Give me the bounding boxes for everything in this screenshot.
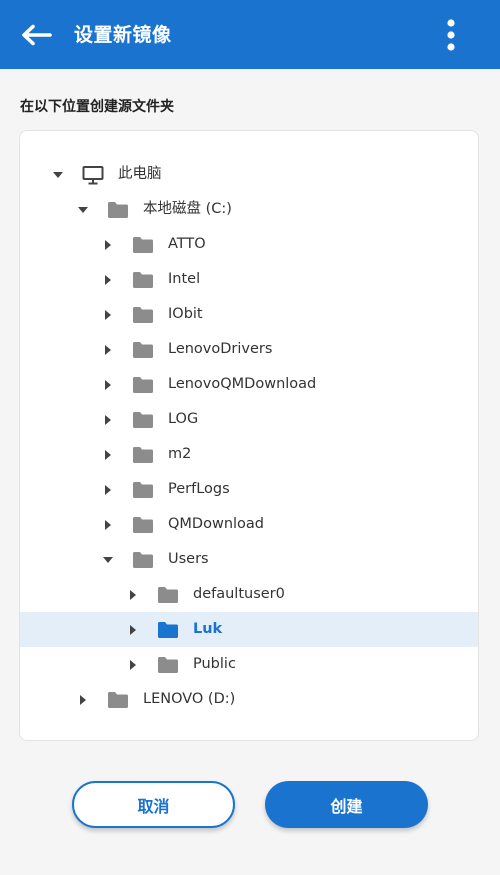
tree-row[interactable]: m2 <box>20 437 478 472</box>
folder-icon <box>132 270 154 290</box>
tree-item-label: PerfLogs <box>168 481 230 497</box>
tree-item-label: 本地磁盘 (C:) <box>143 201 232 217</box>
tree-row[interactable]: defaultuser0 <box>20 577 478 612</box>
folder-icon <box>132 515 154 535</box>
tree-item-label: Public <box>193 656 236 672</box>
back-button[interactable] <box>14 17 58 53</box>
tree-row[interactable]: LOG <box>20 402 478 437</box>
folder-tree: 此电脑本地磁盘 (C:) ATTO Intel IObit LenovoDrivers L… <box>19 130 479 741</box>
more-options-button[interactable] <box>438 16 464 54</box>
caret-down-icon[interactable] <box>75 202 91 218</box>
tree-row[interactable]: QMDownload <box>20 507 478 542</box>
tree-item-label: Intel <box>168 271 201 287</box>
tree-row[interactable]: LenovoQMDownload <box>20 367 478 402</box>
caret-right-icon[interactable] <box>100 482 116 498</box>
tree-row[interactable]: IObit <box>20 297 478 332</box>
tree-row[interactable]: 此电脑 <box>20 157 478 192</box>
caret-right-icon[interactable] <box>125 587 141 603</box>
caret-right-icon[interactable] <box>100 307 116 323</box>
folder-icon <box>157 620 179 640</box>
folder-icon <box>157 655 179 675</box>
tree-row[interactable]: LenovoDrivers <box>20 332 478 367</box>
folder-icon <box>132 340 154 360</box>
tree-item-label: LOG <box>168 411 199 427</box>
folder-icon <box>132 480 154 500</box>
caret-right-icon[interactable] <box>125 622 141 638</box>
caret-right-icon[interactable] <box>100 342 116 358</box>
folder-icon <box>107 690 129 710</box>
create-button[interactable]: 创建 <box>265 781 428 828</box>
caret-down-icon[interactable] <box>50 167 66 183</box>
folder-icon <box>132 445 154 465</box>
app-bar: 设置新镜像 <box>0 0 500 69</box>
tree-item-label: Users <box>168 551 209 567</box>
folder-icon <box>157 585 179 605</box>
tree-row[interactable]: Users <box>20 542 478 577</box>
tree-item-label: defaultuser0 <box>193 586 285 602</box>
caret-right-icon[interactable] <box>75 692 91 708</box>
tree-item-label: m2 <box>168 446 192 462</box>
caret-down-icon[interactable] <box>100 552 116 568</box>
tree-row[interactable]: Luk <box>20 612 478 647</box>
folder-icon <box>132 305 154 325</box>
caret-right-icon[interactable] <box>100 377 116 393</box>
tree-row[interactable]: LENOVO (D:) <box>20 682 478 717</box>
tree-item-label: LENOVO (D:) <box>143 691 236 707</box>
caret-right-icon[interactable] <box>100 517 116 533</box>
folder-icon <box>132 410 154 430</box>
tree-item-label: Luk <box>193 621 223 637</box>
tree-item-label: QMDownload <box>168 516 264 532</box>
folder-icon <box>132 235 154 255</box>
tree-item-label: LenovoDrivers <box>168 341 273 357</box>
tree-row[interactable]: 本地磁盘 (C:) <box>20 192 478 227</box>
tree-item-label: ATTO <box>168 236 206 252</box>
more-vert-icon <box>447 19 455 51</box>
tree-row[interactable]: Public <box>20 647 478 682</box>
section-label: 在以下位置创建源文件夹 <box>20 99 174 115</box>
folder-icon <box>132 375 154 395</box>
caret-right-icon[interactable] <box>100 412 116 428</box>
tree-row[interactable]: ATTO <box>20 227 478 262</box>
page-title: 设置新镜像 <box>74 24 172 46</box>
caret-right-icon[interactable] <box>100 272 116 288</box>
tree-item-label: 此电脑 <box>118 166 162 182</box>
computer-icon <box>82 165 104 185</box>
caret-right-icon[interactable] <box>125 657 141 673</box>
arrow-left-icon <box>22 24 52 46</box>
tree-row[interactable]: Intel <box>20 262 478 297</box>
caret-right-icon[interactable] <box>100 237 116 253</box>
tree-item-label: IObit <box>168 306 203 322</box>
folder-icon <box>132 550 154 570</box>
cancel-button[interactable]: 取消 <box>72 781 235 828</box>
folder-icon <box>107 200 129 220</box>
tree-row[interactable]: PerfLogs <box>20 472 478 507</box>
tree-item-label: LenovoQMDownload <box>168 376 317 392</box>
caret-right-icon[interactable] <box>100 447 116 463</box>
